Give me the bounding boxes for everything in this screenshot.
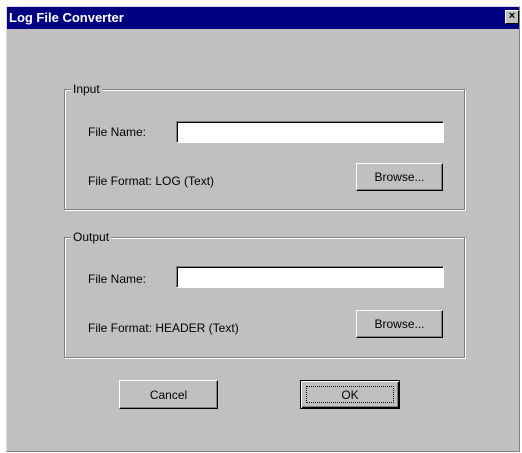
- input-group: Input File Name: File Format: LOG (Text)…: [64, 82, 465, 210]
- log-file-converter-dialog: Log File Converter × Input File Name: Fi…: [6, 6, 520, 452]
- ok-button-label: OK: [341, 387, 359, 402]
- output-file-name-field[interactable]: [176, 266, 444, 288]
- output-browse-button[interactable]: Browse...: [356, 310, 443, 338]
- input-browse-button[interactable]: Browse...: [356, 163, 443, 191]
- output-file-format-label: File Format: HEADER (Text): [88, 321, 239, 335]
- input-file-name-label: File Name:: [88, 125, 147, 139]
- output-group-label: Output: [71, 230, 112, 244]
- title-bar[interactable]: Log File Converter ×: [7, 7, 519, 29]
- input-file-format-label: File Format: LOG (Text): [88, 174, 215, 188]
- output-file-name-label: File Name:: [88, 272, 147, 286]
- window-title: Log File Converter: [9, 10, 124, 25]
- input-file-name-field[interactable]: [176, 121, 444, 143]
- cancel-button[interactable]: Cancel: [119, 380, 218, 409]
- ok-button[interactable]: OK: [300, 380, 400, 409]
- input-group-label: Input: [71, 82, 102, 96]
- output-group: Output File Name: File Format: HEADER (T…: [64, 230, 465, 358]
- close-icon[interactable]: ×: [505, 10, 519, 24]
